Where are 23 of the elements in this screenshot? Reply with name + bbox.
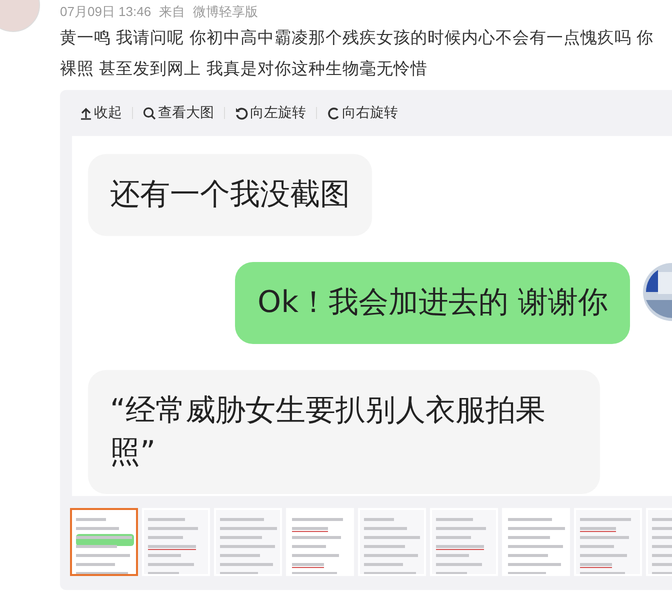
- thumbnail[interactable]: [70, 508, 138, 576]
- post-time: 07月09日 13:46: [60, 3, 152, 21]
- thumbnail[interactable]: [142, 508, 210, 576]
- rotate-right-icon: [327, 106, 340, 120]
- thumbnail[interactable]: [286, 508, 354, 576]
- thumbnail[interactable]: [214, 508, 282, 576]
- toolbar-button[interactable]: 收起: [80, 104, 122, 122]
- message-bubble: 还有一个我没截图: [88, 154, 372, 236]
- toolbar-button[interactable]: 向右旋转: [327, 104, 398, 122]
- post-text: 裸照 甚至发到网上 我真是对你这种生物毫无怜惜: [60, 58, 428, 80]
- toolbar-button[interactable]: 查看大图: [143, 104, 214, 122]
- message-bubble: “经常威胁女生要扒别人衣服拍果照”: [88, 370, 600, 494]
- toolbar-button[interactable]: 向左旋转: [235, 104, 306, 122]
- rotate-left-icon: [235, 106, 248, 120]
- search-icon: [143, 106, 156, 120]
- thumbnail[interactable]: [502, 508, 570, 576]
- thumbnail[interactable]: [358, 508, 426, 576]
- message-bubble: Ok！我会加进去的 谢谢你: [235, 262, 630, 344]
- upload-arrow-icon: [80, 106, 92, 120]
- thumbnail[interactable]: [430, 508, 498, 576]
- source-prefix: 来自: [159, 3, 186, 21]
- thumbnail[interactable]: [574, 508, 642, 576]
- post-text: 黄一鸣 我请问呢 你初中高中霸凌那个残疾女孩的时候内心不会有一点愧疚吗 你: [60, 27, 655, 49]
